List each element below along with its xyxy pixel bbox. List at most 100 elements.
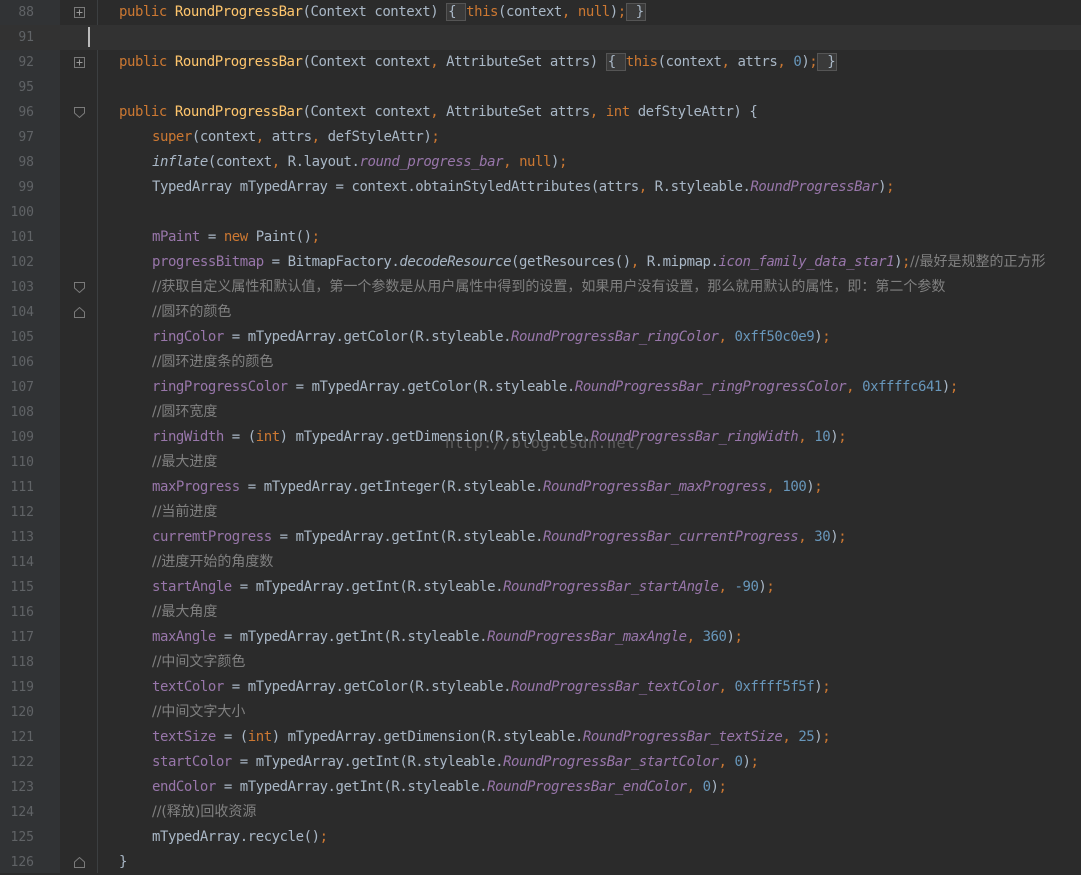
code-text[interactable]: //进度开始的角度数 (152, 550, 273, 575)
code-token: = mTypedArray.getInt(R.styleable. (215, 779, 488, 795)
code-line[interactable]: 103 //获取自定义属性和默认值，第一个参数是从用户属性中得到的设置，如果用户没… (0, 275, 1081, 300)
code-text[interactable]: //最大角度 (152, 600, 217, 625)
code-text[interactable]: maxAngle = mTypedArray.getInt(R.styleabl… (152, 625, 743, 650)
fold-end-icon[interactable] (74, 300, 85, 325)
code-text[interactable]: } (119, 850, 127, 875)
code-text[interactable]: //(释放)回收资源 (152, 800, 256, 825)
code-text[interactable]: ringColor = mTypedArray.getColor(R.style… (152, 325, 831, 350)
code-text[interactable]: mPaint = new Paint(); (152, 225, 320, 250)
code-line[interactable]: 113 curremtProgress = mTypedArray.getInt(… (0, 525, 1081, 550)
code-text[interactable]: super(context, attrs, defStyleAttr); (152, 125, 440, 150)
code-text[interactable]: TypedArray mTypedArray = context.obtainS… (152, 175, 895, 200)
code-text[interactable]: //圆环的颜色 (152, 300, 231, 325)
code-text[interactable]: ringProgressColor = mTypedArray.getColor… (152, 375, 958, 400)
code-text[interactable]: //获取自定义属性和默认值，第一个参数是从用户属性中得到的设置，如果用户没有设置… (152, 275, 945, 300)
code-token: ; (558, 154, 567, 170)
code-line[interactable]: 91 (0, 25, 1081, 50)
fold-start-icon[interactable] (74, 275, 85, 300)
code-token: , (846, 379, 863, 395)
code-line[interactable]: 125 mTypedArray.recycle(); (0, 825, 1081, 850)
code-editor[interactable]: 88 public RoundProgressBar(Context contex… (0, 0, 1081, 873)
code-text[interactable]: //最大进度 (152, 450, 217, 475)
code-token: ; (822, 329, 831, 345)
code-token: RoundProgressBar_ringProgressColor (574, 379, 847, 395)
code-token: { (446, 3, 467, 21)
code-line[interactable]: 122 startColor = mTypedArray.getInt(R.sty… (0, 750, 1081, 775)
code-token: icon_family_data_star1 (718, 254, 895, 270)
code-line[interactable]: 123 endColor = mTypedArray.getInt(R.style… (0, 775, 1081, 800)
code-line[interactable]: 104 //圆环的颜色 (0, 300, 1081, 325)
code-token: , (271, 154, 288, 170)
line-number: 97 (18, 130, 34, 145)
code-token: , (718, 754, 735, 770)
code-line[interactable]: 126} (0, 850, 1081, 875)
code-line[interactable]: 114 //进度开始的角度数 (0, 550, 1081, 575)
code-token: { (605, 53, 626, 71)
code-line[interactable]: 124 //(释放)回收资源 (0, 800, 1081, 825)
code-line[interactable]: 106 //圆环进度条的颜色 (0, 350, 1081, 375)
code-line[interactable]: 112 //当前进度 (0, 500, 1081, 525)
code-text[interactable]: public RoundProgressBar(Context context)… (119, 0, 646, 25)
code-text[interactable]: //当前进度 (152, 500, 217, 525)
fold-start-icon[interactable] (74, 100, 85, 125)
code-text[interactable]: startAngle = mTypedArray.getInt(R.stylea… (152, 575, 775, 600)
code-token: new (223, 229, 256, 245)
code-line[interactable]: 117 maxAngle = mTypedArray.getInt(R.style… (0, 625, 1081, 650)
code-line[interactable]: 97 super(context, attrs, defStyleAttr); (0, 125, 1081, 150)
code-text[interactable]: inflate(context, R.layout.round_progress… (152, 150, 567, 175)
code-text[interactable]: curremtProgress = mTypedArray.getInt(R.s… (152, 525, 847, 550)
line-number: 110 (10, 455, 34, 470)
line-number: 101 (10, 230, 34, 245)
line-number: 126 (10, 855, 34, 870)
code-line[interactable]: 119 textColor = mTypedArray.getColor(R.st… (0, 675, 1081, 700)
code-token: (Context context (302, 54, 431, 70)
code-text[interactable]: mTypedArray.recycle(); (152, 825, 328, 850)
code-token: , (798, 429, 815, 445)
code-token: //中间文字颜色 (152, 654, 246, 670)
code-line[interactable]: 115 startAngle = mTypedArray.getInt(R.sty… (0, 575, 1081, 600)
code-text[interactable]: endColor = mTypedArray.getInt(R.styleabl… (152, 775, 727, 800)
code-token: (context (207, 154, 272, 170)
code-token: 10 (814, 429, 831, 445)
code-line[interactable]: 96 public RoundProgressBar(Context contex… (0, 100, 1081, 125)
code-token: 0xffffc641 (862, 379, 942, 395)
line-number: 104 (10, 305, 34, 320)
code-line[interactable]: 108 //圆环宽度 (0, 400, 1081, 425)
code-line[interactable]: 99 TypedArray mTypedArray = context.obtai… (0, 175, 1081, 200)
code-token: , (686, 779, 703, 795)
code-text[interactable]: //圆环进度条的颜色 (152, 350, 273, 375)
fold-expand-icon[interactable] (74, 0, 85, 25)
code-line[interactable]: 110 //最大进度 (0, 450, 1081, 475)
code-line[interactable]: 116 //最大角度 (0, 600, 1081, 625)
code-line[interactable]: 105 ringColor = mTypedArray.getColor(R.st… (0, 325, 1081, 350)
code-line[interactable]: 107 ringProgressColor = mTypedArray.getCo… (0, 375, 1081, 400)
fold-end-icon[interactable] (74, 850, 85, 875)
code-line[interactable]: 88 public RoundProgressBar(Context contex… (0, 0, 1081, 25)
code-text[interactable]: //圆环宽度 (152, 400, 217, 425)
code-text[interactable]: //中间文字大小 (152, 700, 245, 725)
code-token: = mTypedArray.getColor(R.styleable. (287, 379, 576, 395)
code-line[interactable]: 102 progressBitmap = BitmapFactory.decode… (0, 250, 1081, 275)
code-token: , (782, 729, 799, 745)
code-line[interactable]: 118 //中间文字颜色 (0, 650, 1081, 675)
code-line[interactable]: 101 mPaint = new Paint(); (0, 225, 1081, 250)
code-text[interactable]: progressBitmap = BitmapFactory.decodeRes… (152, 250, 1045, 275)
code-line[interactable]: 98 inflate(context, R.layout.round_progre… (0, 150, 1081, 175)
code-line[interactable]: 120 //中间文字大小 (0, 700, 1081, 725)
code-token: ringColor (152, 329, 224, 345)
code-line[interactable]: 100 (0, 200, 1081, 225)
code-text[interactable]: public RoundProgressBar(Context context,… (119, 50, 838, 75)
code-text[interactable]: maxProgress = mTypedArray.getInteger(R.s… (152, 475, 823, 500)
code-token: RoundProgressBar_maxAngle (487, 629, 687, 645)
code-line[interactable]: 111 maxProgress = mTypedArray.getInteger(… (0, 475, 1081, 500)
code-line[interactable]: 121 textSize = (int) mTypedArray.getDimen… (0, 725, 1081, 750)
code-text[interactable]: public RoundProgressBar(Context context,… (119, 100, 758, 125)
code-token: ; (750, 754, 759, 770)
code-line[interactable]: 92 public RoundProgressBar(Context contex… (0, 50, 1081, 75)
fold-expand-icon[interactable] (74, 50, 85, 75)
code-text[interactable]: startColor = mTypedArray.getInt(R.stylea… (152, 750, 759, 775)
code-text[interactable]: textColor = mTypedArray.getColor(R.style… (152, 675, 831, 700)
code-text[interactable]: //中间文字颜色 (152, 650, 245, 675)
code-text[interactable]: textSize = (int) mTypedArray.getDimensio… (152, 725, 831, 750)
code-line[interactable]: 95 (0, 75, 1081, 100)
